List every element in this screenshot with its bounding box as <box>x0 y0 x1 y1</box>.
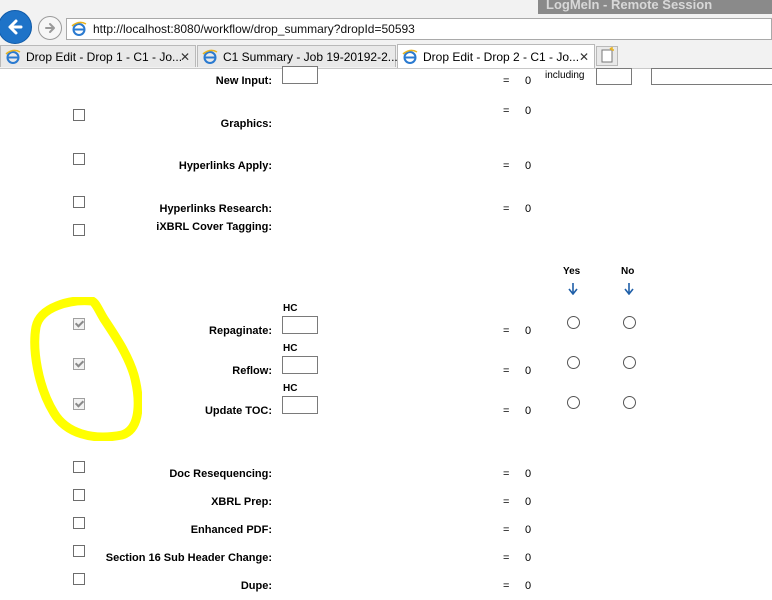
equals-sign: = <box>503 75 510 87</box>
update-toc-value: 0 <box>525 405 532 417</box>
ie-tab-icon <box>402 49 418 64</box>
equals-sign: = <box>503 160 510 172</box>
repaginate-value: 0 <box>525 325 532 337</box>
hyperlinks-apply-value: 0 <box>525 160 532 172</box>
enhanced-pdf-value: 0 <box>525 524 532 536</box>
hc-label: HC <box>283 343 298 354</box>
equals-sign: = <box>503 524 510 536</box>
equals-sign: = <box>503 203 510 215</box>
browser-chrome: LogMeIn - Remote Session http://localhos… <box>0 0 772 69</box>
forward-button[interactable] <box>38 16 62 40</box>
equals-sign: = <box>503 405 510 417</box>
hc-label: HC <box>283 383 298 394</box>
equals-sign: = <box>503 105 510 117</box>
tab-label: Drop Edit - Drop 1 - C1 - Jo... <box>26 49 183 64</box>
xbrl-prep-label: XBRL Prep: <box>211 496 272 508</box>
new-tab-button[interactable] <box>596 46 618 66</box>
hyperlinks-research-checkbox[interactable] <box>73 196 85 208</box>
doc-resequencing-label: Doc Resequencing: <box>169 468 272 480</box>
arrow-down-icon <box>568 283 578 295</box>
arrow-left-icon <box>8 19 23 35</box>
tab-label: Drop Edit - Drop 2 - C1 - Jo... <box>423 49 580 64</box>
doc-resequencing-checkbox[interactable] <box>73 461 85 473</box>
close-icon[interactable]: ✕ <box>579 50 589 64</box>
arrow-down-icon <box>624 283 634 295</box>
tab-drop-edit-1[interactable]: Drop Edit - Drop 1 - C1 - Jo... ✕ <box>0 45 196 67</box>
equals-sign: = <box>503 468 510 480</box>
repaginate-yes-radio[interactable] <box>567 316 580 329</box>
dupe-value: 0 <box>525 580 532 592</box>
address-bar[interactable]: http://localhost:8080/workflow/drop_summ… <box>66 18 772 40</box>
reflow-yes-radio[interactable] <box>567 356 580 369</box>
reflow-hc-field[interactable] <box>282 356 318 374</box>
section16-checkbox[interactable] <box>73 545 85 557</box>
repaginate-no-radio[interactable] <box>623 316 636 329</box>
ie-page-icon <box>71 21 87 36</box>
equals-sign: = <box>503 552 510 564</box>
ie-tab-icon <box>5 49 21 64</box>
including-note-field[interactable] <box>651 68 772 85</box>
dupe-checkbox[interactable] <box>73 573 85 585</box>
tab-c1-summary[interactable]: C1 Summary - Job 19-20192-2... <box>197 45 398 67</box>
graphics-value: 0 <box>525 105 532 117</box>
tab-drop-edit-2[interactable]: Drop Edit - Drop 2 - C1 - Jo... ✕ <box>397 44 595 68</box>
remote-session-title: LogMeIn - Remote Session <box>546 0 713 12</box>
back-button[interactable] <box>0 10 32 44</box>
hyperlinks-research-label: Hyperlinks Research: <box>159 203 273 215</box>
hyperlinks-research-value: 0 <box>525 203 532 215</box>
repaginate-hc-field[interactable] <box>282 316 318 334</box>
section16-value: 0 <box>525 552 532 564</box>
reflow-label: Reflow: <box>232 365 272 377</box>
including-label: including <box>545 70 585 81</box>
hyperlinks-apply-checkbox[interactable] <box>73 153 85 165</box>
dupe-label: Dupe: <box>240 580 272 592</box>
update-toc-no-radio[interactable] <box>623 396 636 409</box>
ie-tab-icon <box>202 49 218 64</box>
hyperlinks-apply-label: Hyperlinks Apply: <box>178 160 272 172</box>
enhanced-pdf-label: Enhanced PDF: <box>190 524 272 536</box>
equals-sign: = <box>503 325 510 337</box>
equals-sign: = <box>503 580 510 592</box>
new-input-field[interactable] <box>282 66 318 84</box>
ixbrl-cover-tagging-checkbox[interactable] <box>73 224 85 236</box>
xbrl-prep-checkbox[interactable] <box>73 489 85 501</box>
update-toc-yes-radio[interactable] <box>567 396 580 409</box>
update-toc-label: Update TOC: <box>204 405 272 417</box>
doc-resequencing-value: 0 <box>525 468 532 480</box>
section16-label: Section 16 Sub Header Change: <box>105 552 272 564</box>
arrow-right-icon <box>45 23 55 33</box>
new-input-label: New Input: <box>215 75 272 87</box>
new-input-value: 0 <box>525 75 532 87</box>
xbrl-prep-value: 0 <box>525 496 532 508</box>
tab-bar: Drop Edit - Drop 1 - C1 - Jo... ✕ C1 Sum… <box>0 44 772 69</box>
address-text: http://localhost:8080/workflow/drop_summ… <box>93 22 415 36</box>
equals-sign: = <box>503 365 510 377</box>
enhanced-pdf-checkbox[interactable] <box>73 517 85 529</box>
update-toc-hc-field[interactable] <box>282 396 318 414</box>
including-field[interactable] <box>596 68 632 85</box>
no-column-header: No <box>621 266 635 277</box>
graphics-label: Graphics: <box>220 118 272 130</box>
repaginate-label: Repaginate: <box>209 325 272 337</box>
reflow-value: 0 <box>525 365 532 377</box>
equals-sign: = <box>503 496 510 508</box>
highlight-annotation <box>30 297 142 441</box>
tab-label: C1 Summary - Job 19-20192-2... <box>223 49 398 64</box>
remote-session-banner: LogMeIn - Remote Session <box>538 0 772 14</box>
graphics-checkbox[interactable] <box>73 109 85 121</box>
reflow-no-radio[interactable] <box>623 356 636 369</box>
yes-column-header: Yes <box>563 266 581 277</box>
close-icon[interactable]: ✕ <box>180 50 190 64</box>
hc-label: HC <box>283 303 298 314</box>
ixbrl-cover-tagging-label: iXBRL Cover Tagging: <box>156 221 272 233</box>
new-tab-icon <box>601 47 614 63</box>
